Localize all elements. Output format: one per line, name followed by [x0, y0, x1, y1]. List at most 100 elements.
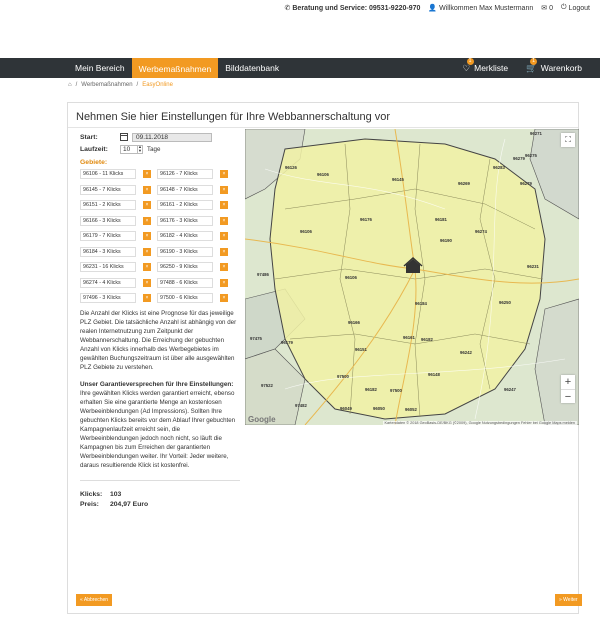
remove-area-button[interactable]: × [143, 216, 151, 225]
user-icon: 👤 [428, 5, 438, 12]
remove-area-button[interactable]: × [143, 201, 151, 209]
zoom-controls: + − [561, 375, 575, 403]
postal-code-label: 96049 [340, 406, 353, 411]
area-item: 96190 - 3 Klicks × [157, 246, 228, 257]
remove-area-button[interactable]: × [143, 294, 151, 302]
start-row: Start: 09.11.2018 [80, 131, 240, 143]
postal-code-label: 96247 [504, 387, 517, 392]
next-button[interactable]: » Weiter [555, 594, 582, 606]
zoom-in-button[interactable]: + [561, 375, 575, 389]
postal-code-label: 97486 [257, 272, 270, 277]
laufzeit-row: Laufzeit: 10 ▲ ▼ Tage [80, 144, 161, 154]
klicks-value: 103 [110, 490, 122, 498]
area-item: 97488 - 6 Klicks × [157, 277, 228, 288]
remove-area-button[interactable]: × [220, 170, 228, 178]
postal-code-label: 96274 [475, 229, 488, 234]
postal-code-label: 96106 [317, 172, 330, 177]
postal-code-label: 97500 [337, 374, 350, 379]
remove-area-button[interactable]: × [143, 232, 151, 240]
area-item: 96176 - 3 Klicks × [157, 215, 228, 226]
postal-code-label: 96106 [345, 275, 358, 280]
remove-area-button[interactable]: × [220, 185, 228, 194]
zoom-out-button[interactable]: − [561, 389, 575, 403]
calendar-icon[interactable] [120, 133, 128, 141]
area-item: 96148 - 7 Klicks × [157, 184, 228, 195]
postal-code-label: 96184 [415, 301, 428, 306]
guarantee-text: Ihre gewählten Klicks werden garantiert … [80, 390, 236, 469]
area-item: 96151 - 2 Klicks × [80, 200, 151, 210]
area-label: 97500 - 6 Klicks [157, 293, 213, 303]
postal-code-label: 96279 [520, 181, 533, 186]
area-item: 96161 - 2 Klicks × [157, 200, 228, 210]
postal-code-label: 96148 [428, 372, 441, 377]
cancel-button[interactable]: « Abbrechen [76, 594, 113, 606]
postal-code-label: 97522 [261, 383, 274, 388]
remove-area-button[interactable]: × [220, 216, 228, 225]
area-item: 96182 - 4 Klicks × [157, 231, 228, 241]
area-label: 96106 - 11 Klicks [80, 169, 136, 179]
settings-panel: Nehmen Sie hier Einstellungen für Ihre W… [67, 102, 579, 614]
warenkorb-link[interactable]: 🛒 1 Warenkorb [526, 57, 582, 74]
postal-code-label: 96269 [458, 181, 471, 186]
spin-down-icon[interactable]: ▼ [138, 149, 142, 153]
postal-code-label: 96275 [525, 153, 538, 158]
area-label: 97496 - 3 Klicks [80, 293, 136, 303]
remove-area-button[interactable]: × [143, 263, 151, 271]
remove-area-button[interactable]: × [143, 185, 151, 194]
remove-area-button[interactable]: × [220, 232, 228, 240]
mail-link[interactable]: ✉ 0 [541, 4, 553, 13]
home-icon[interactable]: ⌂ [68, 82, 72, 88]
info-paragraph: Die Anzahl der Klicks ist eine Prognose … [80, 310, 237, 371]
fullscreen-button[interactable]: ⛶ [561, 133, 575, 147]
area-item: 96126 - 7 Klicks × [157, 169, 228, 179]
logout-link[interactable]: ⏻ Logout [561, 4, 590, 12]
start-date-input[interactable]: 09.11.2018 [132, 132, 212, 142]
postal-code-label: 96176 [360, 217, 373, 222]
remove-area-button[interactable]: × [220, 263, 228, 271]
area-item: 96166 - 3 Klicks × [80, 215, 151, 226]
remove-area-button[interactable]: × [220, 294, 228, 302]
welcome-user[interactable]: 👤 Willkommen Max Mustermann [428, 4, 533, 13]
laufzeit-spinner[interactable]: ▲ ▼ [138, 144, 143, 154]
breadcrumb-werbemassnahmen[interactable]: Werbemaßnahmen [81, 82, 132, 88]
area-label: 96161 - 2 Klicks [157, 200, 213, 210]
remove-area-button[interactable]: × [143, 170, 151, 178]
postal-code-label: 96151 [355, 347, 368, 352]
postal-code-label: 97500 [390, 388, 403, 393]
nav-mein-bereich[interactable]: Mein Bereich [68, 58, 132, 78]
postal-code-label: 96242 [460, 350, 473, 355]
postal-code-label: 97482 [295, 403, 308, 408]
area-label: 96184 - 3 Klicks [80, 246, 136, 257]
postal-code-label: 96271 [530, 131, 543, 136]
area-label: 96151 - 2 Klicks [80, 200, 136, 210]
map-attribution[interactable]: Kartendaten © 2018 GeoBasis-DE/BKG (©200… [382, 421, 577, 425]
remove-area-button[interactable]: × [143, 278, 151, 287]
merkliste-link[interactable]: ♡ 1 Merkliste [463, 57, 508, 74]
gebiete-label: Gebiete: [80, 159, 108, 166]
top-info-bar: ✆ Beratung und Service: 09531-9220-970 👤 W… [0, 0, 600, 16]
postal-code-label: 96126 [285, 165, 298, 170]
remove-area-button[interactable]: × [143, 247, 151, 256]
area-item: 96231 - 16 Klicks × [80, 262, 151, 272]
area-list: 96106 - 11 Klicks × 96126 - 7 Klicks × 96145… [80, 169, 228, 303]
postal-code-label: 96161 [403, 335, 416, 340]
area-item: 97496 - 3 Klicks × [80, 293, 151, 303]
postal-code-label: 96190 [440, 238, 453, 243]
remove-area-button[interactable]: × [220, 201, 228, 209]
area-label: 96126 - 7 Klicks [157, 169, 213, 179]
phone-icon: ✆ [284, 5, 291, 12]
nav-bilddatenbank[interactable]: Bilddatenbank [218, 58, 286, 78]
nav-werbemassnahmen[interactable]: Werbemaßnahmen [131, 58, 219, 78]
region-map[interactable]: 96271 96275 96279 96283 96126 96145 96269 96279… [245, 129, 579, 425]
postal-code-label: 96145 [392, 177, 405, 182]
postal-code-label: 96050 [373, 406, 386, 411]
remove-area-button[interactable]: × [220, 247, 228, 256]
area-label: 96148 - 7 Klicks [157, 184, 213, 195]
main-navbar: Mein Bereich Werbemaßnahmen Bilddatenban… [0, 57, 600, 78]
remove-area-button[interactable]: × [220, 278, 228, 287]
area-label: 96176 - 3 Klicks [157, 215, 213, 226]
laufzeit-input[interactable]: 10 [120, 144, 138, 154]
map-canvas[interactable]: 96271962759627996283961269614596269 96279… [245, 129, 579, 425]
warenkorb-badge: 1 [530, 57, 538, 65]
postal-code-label: 96182 [365, 387, 378, 392]
